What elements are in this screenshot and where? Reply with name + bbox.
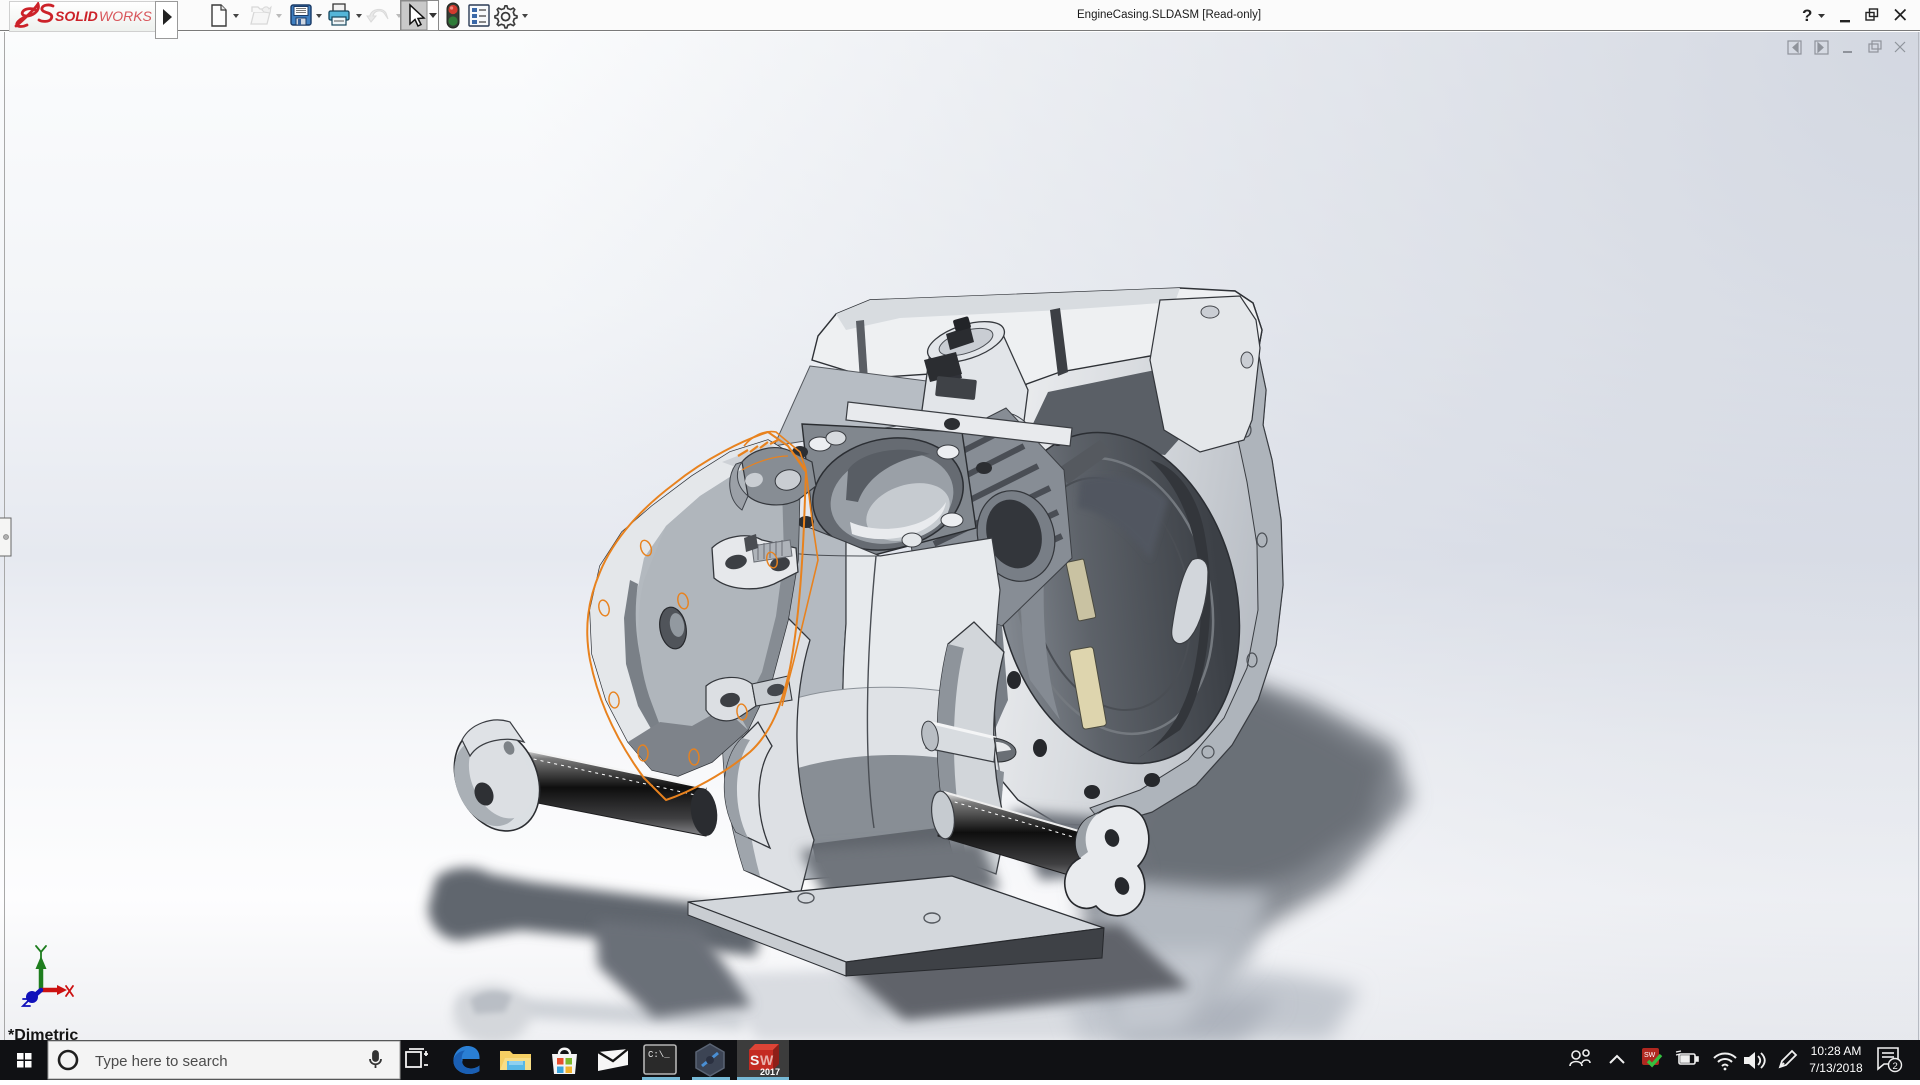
svg-text:Type here to search: Type here to search <box>95 1053 228 1070</box>
svg-text:2: 2 <box>1893 1061 1898 1072</box>
svg-text:*Dimetric: *Dimetric <box>8 1027 78 1040</box>
svg-text:W: W <box>760 1052 774 1068</box>
svg-text:2017: 2017 <box>760 1067 780 1077</box>
svg-text:SW: SW <box>1644 1052 1656 1059</box>
svg-text:SOLID: SOLID <box>55 8 98 24</box>
svg-text:WORKS: WORKS <box>99 8 153 24</box>
svg-text:S: S <box>750 1052 759 1068</box>
svg-text:?: ? <box>1802 6 1812 25</box>
svg-text:C:\_: C:\_ <box>648 1050 670 1060</box>
